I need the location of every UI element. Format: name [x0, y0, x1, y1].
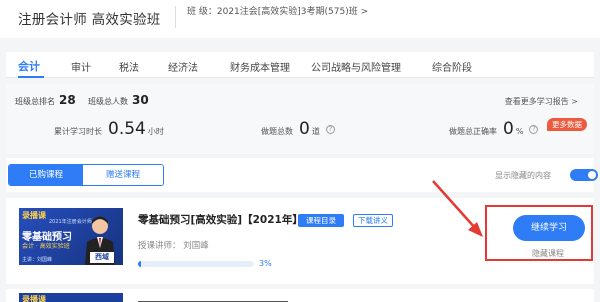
course-progress-bar	[138, 261, 254, 267]
question-count-unit: 道	[311, 127, 320, 136]
class-rank-value: 28	[59, 93, 76, 107]
course-catalog-button[interactable]: 课程目录	[298, 214, 344, 227]
stats-panel: 班级总排名 28 班级总人数 30 查看更多学习报告 > 累计学习时长 0.54 小时 …	[6, 84, 594, 154]
study-time-label: 累计学习时长	[54, 127, 102, 136]
tab-comprehensive[interactable]: 综合阶段	[432, 59, 472, 74]
class-size: 班级总人数 30	[88, 93, 149, 107]
tab-accounting[interactable]: 会计	[18, 58, 40, 74]
download-notes-button[interactable]: 下载讲义	[353, 214, 393, 227]
thumbnail-tag: 录播课	[22, 211, 46, 220]
purchased-courses-tab[interactable]: 已购课程	[9, 165, 83, 185]
question-count-label: 做题总数	[261, 127, 293, 136]
header-divider	[175, 6, 176, 28]
course-card: 录播课	[6, 289, 594, 302]
course-progress-text: 3%	[259, 259, 272, 268]
show-hidden-label: 显示隐藏的内容	[495, 171, 551, 180]
class-size-label: 班级总人数	[88, 97, 128, 106]
question-count-value: 0	[299, 119, 310, 139]
study-time-value: 0.54	[108, 119, 146, 139]
question-count-metric: 做题总数 0 道?	[261, 119, 335, 139]
gift-courses-tab[interactable]: 赠送课程	[83, 165, 163, 185]
course-filter-bar: 已购课程 赠送课程 显示隐藏的内容	[6, 158, 598, 192]
subject-tabs: 会计 审计 税法 经济法 财务成本管理 公司战略与风险管理 综合阶段	[6, 52, 594, 78]
more-data-badge[interactable]: 更多数据	[547, 118, 587, 131]
study-time-unit: 小时	[147, 127, 164, 136]
thumbnail-tag: 录播课	[22, 295, 46, 302]
course-progress-fill	[138, 261, 142, 267]
course-card: 录播课 2021年注册会计师 零基础预习 会计 · 高效实验班 主讲：刘国峰 西…	[6, 198, 594, 284]
course-thumbnail[interactable]: 录播课 2021年注册会计师 零基础预习 会计 · 高效实验班 主讲：刘国峰 西…	[19, 208, 123, 265]
class-size-value: 30	[132, 93, 149, 107]
page-title: 注册会计师 高效实验班	[18, 12, 161, 28]
toggle-knob	[588, 171, 596, 179]
class-rank-label: 班级总排名	[15, 97, 55, 106]
show-hidden-toggle[interactable]	[570, 169, 598, 181]
course-title[interactable]	[138, 295, 288, 302]
study-time-metric: 累计学习时长 0.54 小时	[54, 119, 164, 139]
accuracy-value: 0	[503, 119, 514, 139]
thumbnail-subtitle: 会计 · 高效实验班	[22, 243, 70, 250]
accuracy-metric: 做题总正确率 0%?	[449, 119, 539, 139]
page: 注册会计师 高效实验班 班 级：2021注会[高效实验]3考期(575)班 > …	[0, 0, 600, 302]
tab-financial-cost-management[interactable]: 财务成本管理	[230, 59, 290, 74]
more-report-link[interactable]: 查看更多学习报告 >	[505, 96, 578, 107]
course-type-switch: 已购课程 赠送课程	[8, 164, 164, 186]
continue-learning-button[interactable]: 继续学习	[513, 215, 585, 241]
help-icon[interactable]: ?	[529, 125, 539, 134]
tab-strategy-risk[interactable]: 公司战略与风险管理	[311, 59, 401, 74]
thumbnail-name-tag: 西域	[90, 252, 114, 263]
course-instructor: 授课讲师： 刘国峰	[138, 241, 209, 251]
class-rank: 班级总排名 28	[15, 93, 76, 107]
header: 注册会计师 高效实验班 班 级：2021注会[高效实验]3考期(575)班 >	[0, 0, 600, 38]
accuracy-unit: %	[515, 127, 524, 136]
course-title[interactable]: 零基础预习[高效实验]【2021年】	[138, 212, 303, 227]
accuracy-label: 做题总正确率	[449, 127, 497, 136]
help-icon[interactable]: ?	[325, 125, 335, 134]
tab-economic-law[interactable]: 经济法	[168, 59, 198, 74]
tab-audit[interactable]: 审计	[71, 59, 91, 74]
hide-course-link[interactable]: 隐藏课程	[532, 248, 564, 259]
thumbnail-teacher: 主讲：刘国峰	[22, 257, 53, 263]
active-tab-indicator	[18, 76, 44, 78]
course-thumbnail[interactable]: 录播课	[19, 293, 123, 302]
class-selector[interactable]: 班 级：2021注会[高效实验]3考期(575)班 >	[187, 4, 368, 17]
tab-tax-law[interactable]: 税法	[119, 59, 139, 74]
